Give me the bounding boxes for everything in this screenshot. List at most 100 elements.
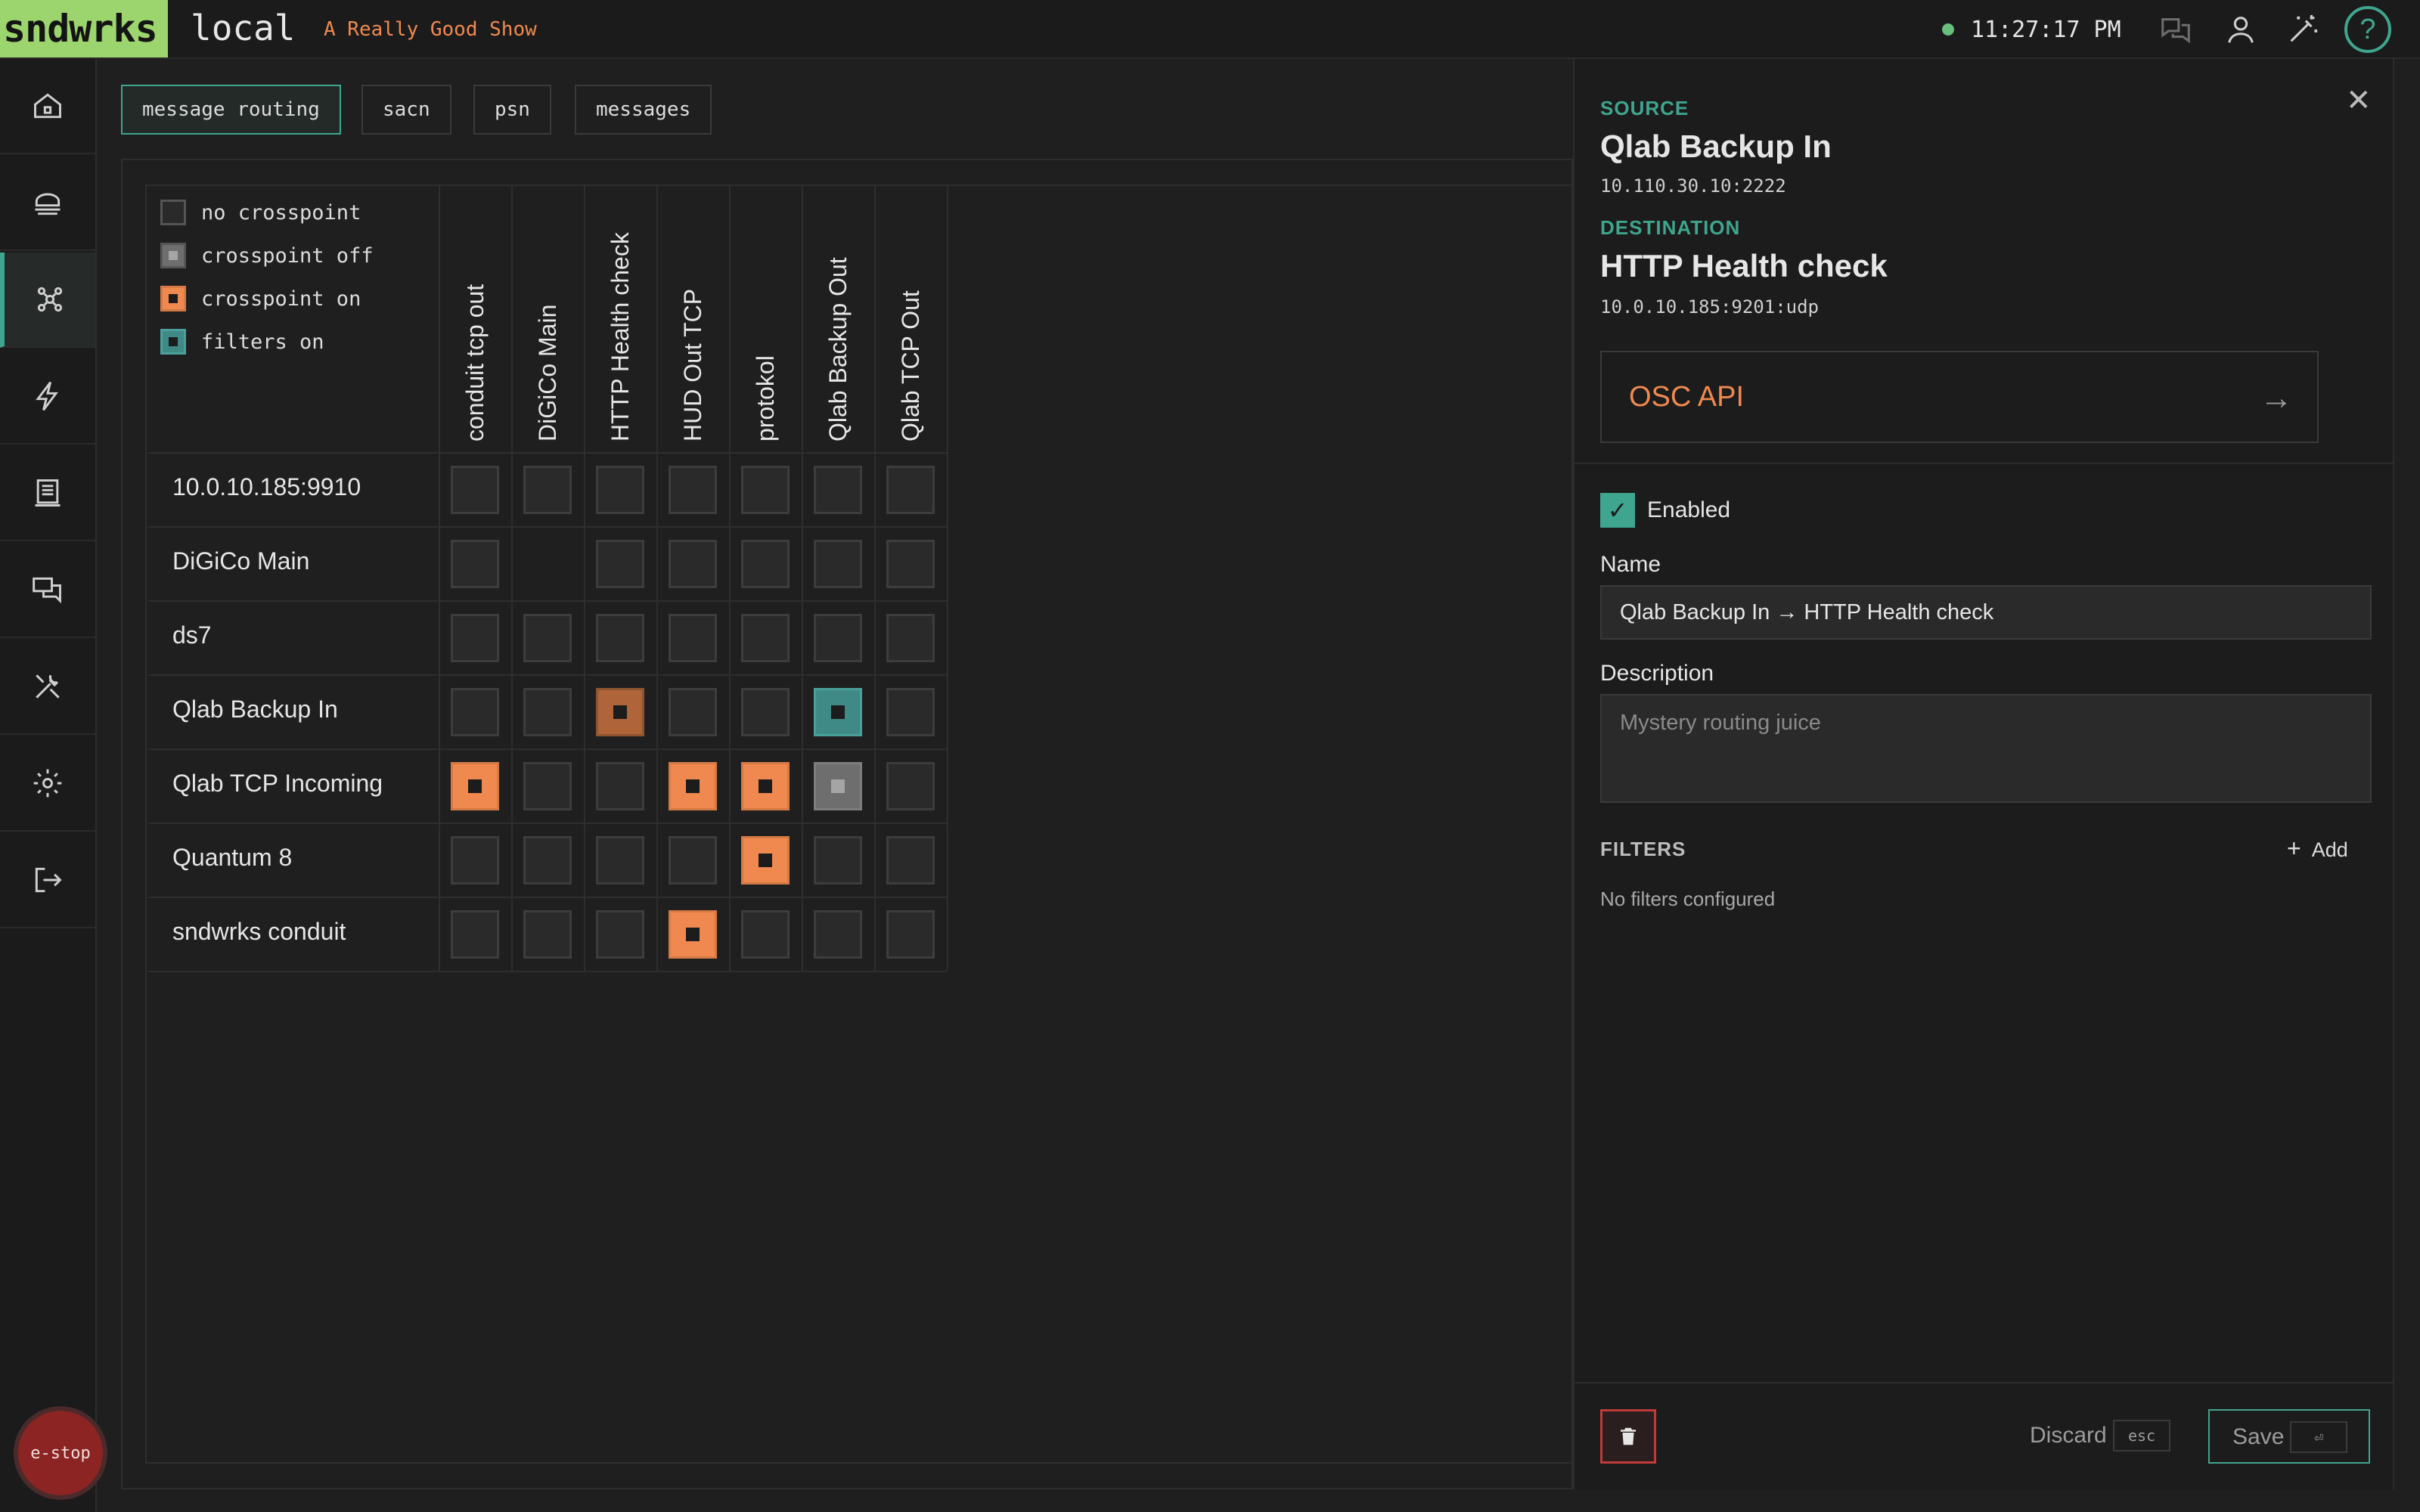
crosspoint-cell[interactable]: [669, 836, 717, 885]
row-header[interactable]: Qlab TCP Incoming: [172, 770, 383, 798]
crosspoint-cell[interactable]: [814, 910, 862, 959]
crosspoint-cell[interactable]: [451, 540, 499, 588]
e-stop-label[interactable]: e-stop: [18, 1411, 103, 1495]
crosspoint-cell[interactable]: [669, 466, 717, 514]
column-header[interactable]: DiGiCo Main: [534, 305, 562, 442]
crosspoint-cell[interactable]: [814, 688, 862, 736]
crosspoint-cell[interactable]: [596, 910, 644, 959]
crosspoint-cell[interactable]: [596, 614, 644, 662]
crosspoint-cell[interactable]: [741, 836, 790, 885]
crosspoint-cell[interactable]: [669, 910, 717, 959]
crosspoint-cell[interactable]: [886, 910, 935, 959]
discard-shortcut: esc: [2113, 1420, 2170, 1452]
row-header[interactable]: Qlab Backup In: [172, 696, 338, 723]
crosspoint-cell[interactable]: [451, 614, 499, 662]
crosspoint-cell[interactable]: [669, 614, 717, 662]
crosspoint-cell[interactable]: [669, 540, 717, 588]
crosspoint-cell[interactable]: [451, 762, 499, 810]
crosspoint-cell[interactable]: [886, 466, 935, 514]
network-icon[interactable]: [0, 156, 95, 251]
crosspoint-cell[interactable]: [741, 614, 790, 662]
user-icon[interactable]: [2223, 12, 2258, 47]
row-header[interactable]: 10.0.10.185:9910: [172, 473, 361, 501]
grid-line: [148, 823, 947, 824]
crosspoint-cell[interactable]: [814, 762, 862, 810]
name-field[interactable]: [1600, 585, 2372, 640]
help-icon[interactable]: ?: [2344, 6, 2391, 53]
tab-messages[interactable]: messages: [575, 85, 712, 135]
grid-line: [148, 452, 947, 454]
crosspoint-cell[interactable]: [886, 688, 935, 736]
display-icon[interactable]: [0, 446, 95, 541]
magic-wand-icon[interactable]: [2285, 12, 2320, 47]
crosspoint-cell[interactable]: [814, 836, 862, 885]
routing-icon[interactable]: [0, 253, 95, 348]
crosspoint-cell[interactable]: [596, 762, 644, 810]
column-header[interactable]: conduit tcp out: [461, 284, 489, 442]
crosspoint-cell[interactable]: [741, 688, 790, 736]
save-button[interactable]: Save ⏎: [2208, 1409, 2370, 1464]
column-header[interactable]: HUD Out TCP: [679, 289, 707, 442]
crosspoint-cell[interactable]: [669, 762, 717, 810]
tools-icon[interactable]: [0, 640, 95, 735]
crosspoint-cell[interactable]: [741, 466, 790, 514]
crosspoint-cell[interactable]: [523, 466, 572, 514]
crosspoint-indicator: [468, 779, 482, 793]
crosspoint-cell[interactable]: [886, 762, 935, 810]
messages-icon[interactable]: [0, 543, 95, 638]
destination-address: 10.0.10.185:9201:udp: [1600, 296, 1819, 318]
crosspoint-cell[interactable]: [741, 910, 790, 959]
crosspoint-cell[interactable]: [596, 688, 644, 736]
legend-no-crosspoint-swatch: [160, 200, 186, 225]
column-header[interactable]: protokol: [752, 355, 780, 442]
crosspoint-cell[interactable]: [596, 466, 644, 514]
crosspoint-cell[interactable]: [741, 762, 790, 810]
filters-title: FILTERS: [1600, 838, 1686, 860]
tab-psn[interactable]: psn: [473, 85, 551, 135]
column-header[interactable]: Qlab Backup Out: [824, 257, 852, 442]
home-icon[interactable]: [0, 59, 95, 154]
enabled-checkbox[interactable]: ✓: [1600, 493, 1635, 528]
crosspoint-cell[interactable]: [523, 688, 572, 736]
row-header[interactable]: Quantum 8: [172, 844, 292, 872]
description-field[interactable]: [1600, 694, 2372, 803]
e-stop-button[interactable]: e-stop: [14, 1406, 107, 1500]
crosspoint-cell[interactable]: [886, 836, 935, 885]
crosspoint-cell[interactable]: [523, 614, 572, 662]
row-header[interactable]: sndwrks conduit: [172, 918, 346, 946]
delete-button[interactable]: [1600, 1409, 1656, 1464]
destination-name: HTTP Health check: [1600, 248, 1888, 284]
crosspoint-cell[interactable]: [523, 836, 572, 885]
grid-line: [148, 526, 947, 528]
tab-message-routing[interactable]: message routing: [121, 85, 341, 135]
grid-line: [148, 674, 947, 676]
crosspoint-cell[interactable]: [814, 466, 862, 514]
crosspoint-cell[interactable]: [669, 688, 717, 736]
discard-button[interactable]: Discard: [2030, 1423, 2107, 1448]
crosspoint-cell[interactable]: [523, 910, 572, 959]
row-header[interactable]: ds7: [172, 621, 212, 649]
crosspoint-cell[interactable]: [523, 762, 572, 810]
crosspoint-cell[interactable]: [451, 910, 499, 959]
crosspoint-cell[interactable]: [886, 540, 935, 588]
crosspoint-cell[interactable]: [741, 540, 790, 588]
crosspoint-cell[interactable]: [451, 836, 499, 885]
crosspoint-cell[interactable]: [596, 836, 644, 885]
crosspoint-cell[interactable]: [451, 688, 499, 736]
lightning-icon[interactable]: [0, 349, 95, 445]
row-header[interactable]: DiGiCo Main: [172, 547, 309, 575]
gear-icon[interactable]: [0, 736, 95, 832]
tab-sacn[interactable]: sacn: [361, 85, 451, 135]
crosspoint-cell[interactable]: [886, 614, 935, 662]
column-header[interactable]: Qlab TCP Out: [897, 290, 925, 442]
crosspoint-cell[interactable]: [814, 614, 862, 662]
crosspoint-cell[interactable]: [451, 466, 499, 514]
add-filter-button[interactable]: + Add: [2287, 835, 2348, 863]
crosspoint-cell[interactable]: [596, 540, 644, 588]
chat-icon[interactable]: [2158, 12, 2193, 47]
close-icon[interactable]: ✕: [2346, 83, 2372, 118]
logout-icon[interactable]: [0, 833, 95, 928]
protocol-selector[interactable]: OSC API →: [1600, 351, 2319, 443]
crosspoint-cell[interactable]: [814, 540, 862, 588]
column-header[interactable]: HTTP Health check: [607, 232, 634, 442]
